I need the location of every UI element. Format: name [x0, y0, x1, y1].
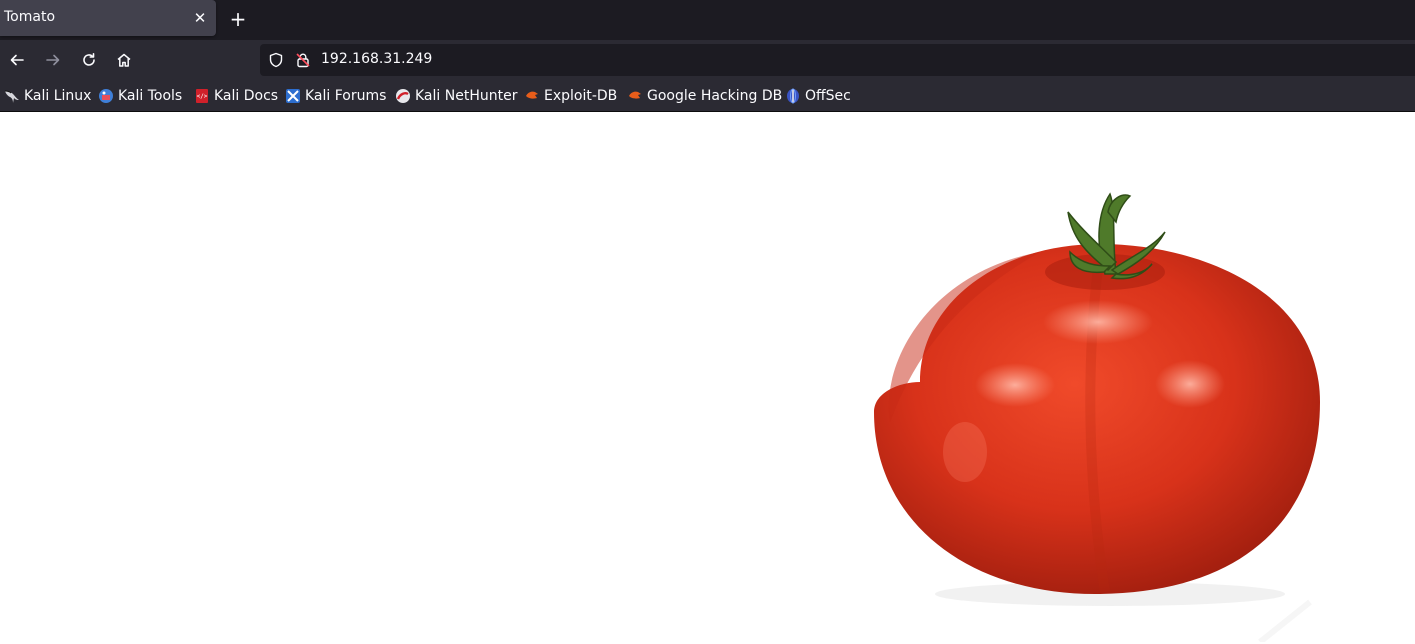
bookmark-exploit-db[interactable]: Exploit-DB — [524, 86, 617, 106]
bookmark-google-hacking-db[interactable]: Google Hacking DB — [627, 86, 782, 106]
bookmark-offsec[interactable]: OffSec — [785, 86, 851, 106]
navigation-toolbar: 192.168.31.249 — [0, 40, 1415, 81]
url-text: 192.168.31.249 — [321, 51, 433, 67]
bookmark-kali-docs[interactable]: </> Kali Docs — [194, 86, 278, 106]
bookmark-kali-tools[interactable]: Kali Tools — [98, 86, 182, 106]
bookmark-label: Kali Tools — [118, 88, 183, 104]
bookmark-label: Kali Forums — [305, 88, 387, 104]
kali-nethunter-icon — [395, 88, 411, 104]
kali-forums-icon — [285, 88, 301, 104]
home-button[interactable] — [112, 48, 136, 72]
tab-title: Tomato — [4, 9, 56, 25]
tracking-protection-shield-icon[interactable] — [268, 52, 284, 68]
kali-tools-icon — [98, 88, 114, 104]
kali-dragon-icon — [4, 88, 20, 104]
arrow-left-icon — [10, 54, 24, 66]
bookmark-label: Exploit-DB — [544, 88, 618, 104]
bookmark-label: OffSec — [805, 88, 851, 104]
ghdb-icon — [627, 88, 643, 104]
bookmark-kali-nethunter[interactable]: Kali NetHunter — [395, 86, 517, 106]
page-content — [0, 112, 1415, 644]
home-icon — [117, 53, 131, 67]
tab-close-icon[interactable]: ✕ — [190, 8, 210, 28]
new-tab-button[interactable]: + — [226, 7, 250, 31]
svg-text:</>: </> — [197, 93, 208, 100]
tomato-image — [874, 192, 1320, 642]
kali-docs-icon: </> — [194, 88, 210, 104]
insecure-lock-icon[interactable] — [295, 52, 311, 68]
bookmark-label: Kali Docs — [214, 88, 279, 104]
bookmark-label: Kali Linux — [24, 88, 92, 104]
reload-icon — [83, 53, 95, 66]
tab-tomato[interactable]: Tomato ✕ — [0, 0, 216, 36]
tab-strip: Tomato ✕ + — [0, 0, 1415, 40]
offsec-icon — [785, 88, 801, 104]
arrow-right-icon — [46, 54, 60, 66]
bookmarks-toolbar: Kali Linux Kali Tools </> Kali Docs Kali… — [0, 81, 1415, 112]
exploit-db-icon — [524, 88, 540, 104]
url-bar[interactable]: 192.168.31.249 — [260, 44, 1415, 76]
bookmark-label: Kali NetHunter — [415, 88, 518, 104]
bookmark-kali-forums[interactable]: Kali Forums — [285, 86, 386, 106]
forward-button[interactable] — [41, 48, 65, 72]
back-button[interactable] — [5, 48, 29, 72]
reload-button[interactable] — [77, 48, 101, 72]
bookmark-kali-linux[interactable]: Kali Linux — [4, 86, 91, 106]
bookmark-label: Google Hacking DB — [647, 88, 783, 104]
